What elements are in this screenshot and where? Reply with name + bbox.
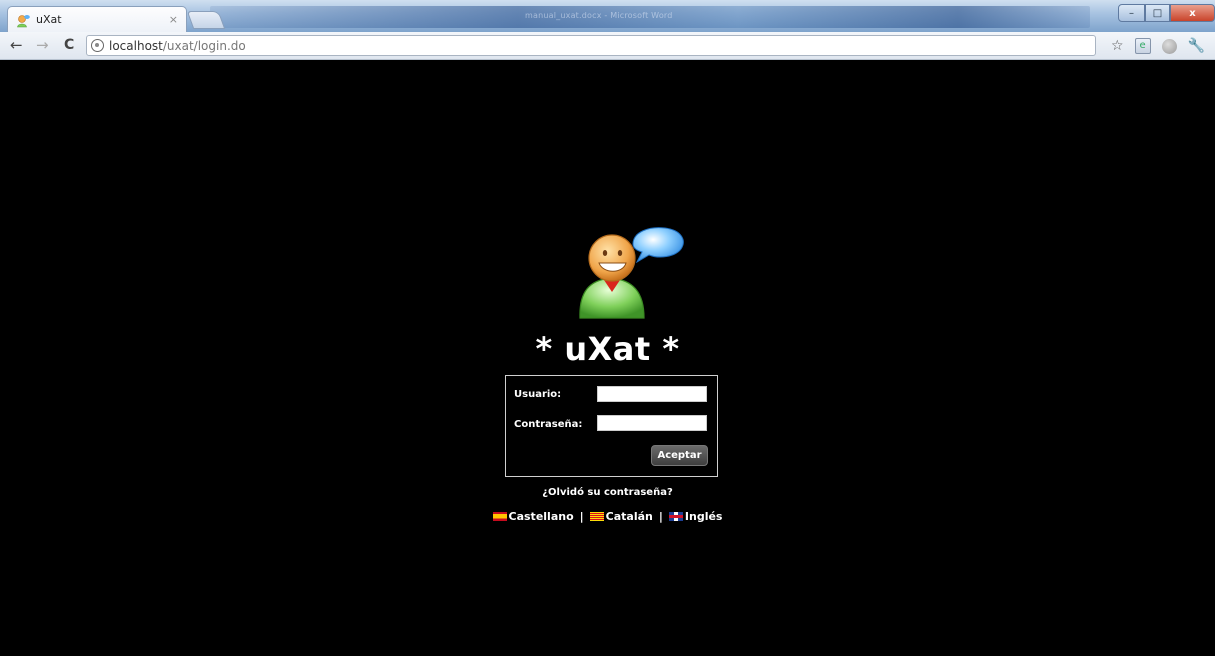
browser-titlebar: manual_uxat.docx - Microsoft Word uXat ×… <box>0 0 1215 32</box>
password-label: Contraseña: <box>514 419 583 430</box>
wrench-menu-icon[interactable]: 🔧 <box>1188 38 1205 54</box>
browser-tab[interactable]: uXat × <box>7 6 187 32</box>
uk-flag-icon <box>668 512 683 521</box>
page-menu-icon[interactable]: e <box>1134 38 1151 54</box>
bookmark-star-icon[interactable]: ☆ <box>1111 38 1124 54</box>
language-english-link[interactable]: Inglés <box>668 510 723 523</box>
password-input[interactable] <box>597 415 707 431</box>
separator: | <box>579 510 584 523</box>
app-title: * uXat * <box>535 330 680 368</box>
close-window-button[interactable]: x <box>1170 4 1215 22</box>
page-info-icon[interactable] <box>91 39 104 52</box>
window-controls: – □ x <box>1118 4 1215 22</box>
blurred-window-title: manual_uxat.docx - Microsoft Word <box>525 11 673 20</box>
language-castellano-link[interactable]: Castellano <box>492 510 574 523</box>
tab-title: uXat <box>36 13 62 26</box>
username-input[interactable] <box>597 386 707 402</box>
url-host: localhost <box>109 38 163 53</box>
language-label: Castellano <box>508 510 574 523</box>
accept-button[interactable]: Aceptar <box>651 445 708 466</box>
language-catalan-link[interactable]: Catalán <box>589 510 653 523</box>
uxat-favicon-icon <box>16 13 30 27</box>
uxat-logo-icon <box>571 222 689 324</box>
browser-toolbar: ← → C localhost/uxat/login.do ☆ e 🔧 <box>0 32 1215 60</box>
login-form: Usuario: Contraseña: Aceptar <box>505 375 718 477</box>
separator: | <box>658 510 663 523</box>
forgot-password-link[interactable]: ¿Olvidó su contraseña? <box>0 487 1215 498</box>
language-selector: Castellano | Catalán | Inglés <box>0 510 1215 523</box>
toolbar-icons: ☆ e 🔧 <box>1111 38 1205 54</box>
url-path: /uxat/login.do <box>162 38 246 53</box>
catalonia-flag-icon <box>589 512 604 521</box>
url-text: localhost/uxat/login.do <box>109 39 246 53</box>
spain-flag-icon <box>492 512 507 521</box>
username-label: Usuario: <box>514 389 562 400</box>
back-button[interactable]: ← <box>10 37 23 53</box>
reload-button[interactable]: C <box>64 37 74 53</box>
extension-globe-icon[interactable] <box>1161 38 1177 54</box>
forward-button[interactable]: → <box>36 37 49 53</box>
maximize-button[interactable]: □ <box>1145 4 1170 22</box>
address-bar[interactable]: localhost/uxat/login.do <box>86 35 1096 56</box>
new-tab-button[interactable] <box>186 11 226 29</box>
minimize-button[interactable]: – <box>1118 4 1145 22</box>
language-label: Catalán <box>605 510 653 523</box>
language-label: Inglés <box>684 510 723 523</box>
tab-close-icon[interactable]: × <box>169 13 178 26</box>
